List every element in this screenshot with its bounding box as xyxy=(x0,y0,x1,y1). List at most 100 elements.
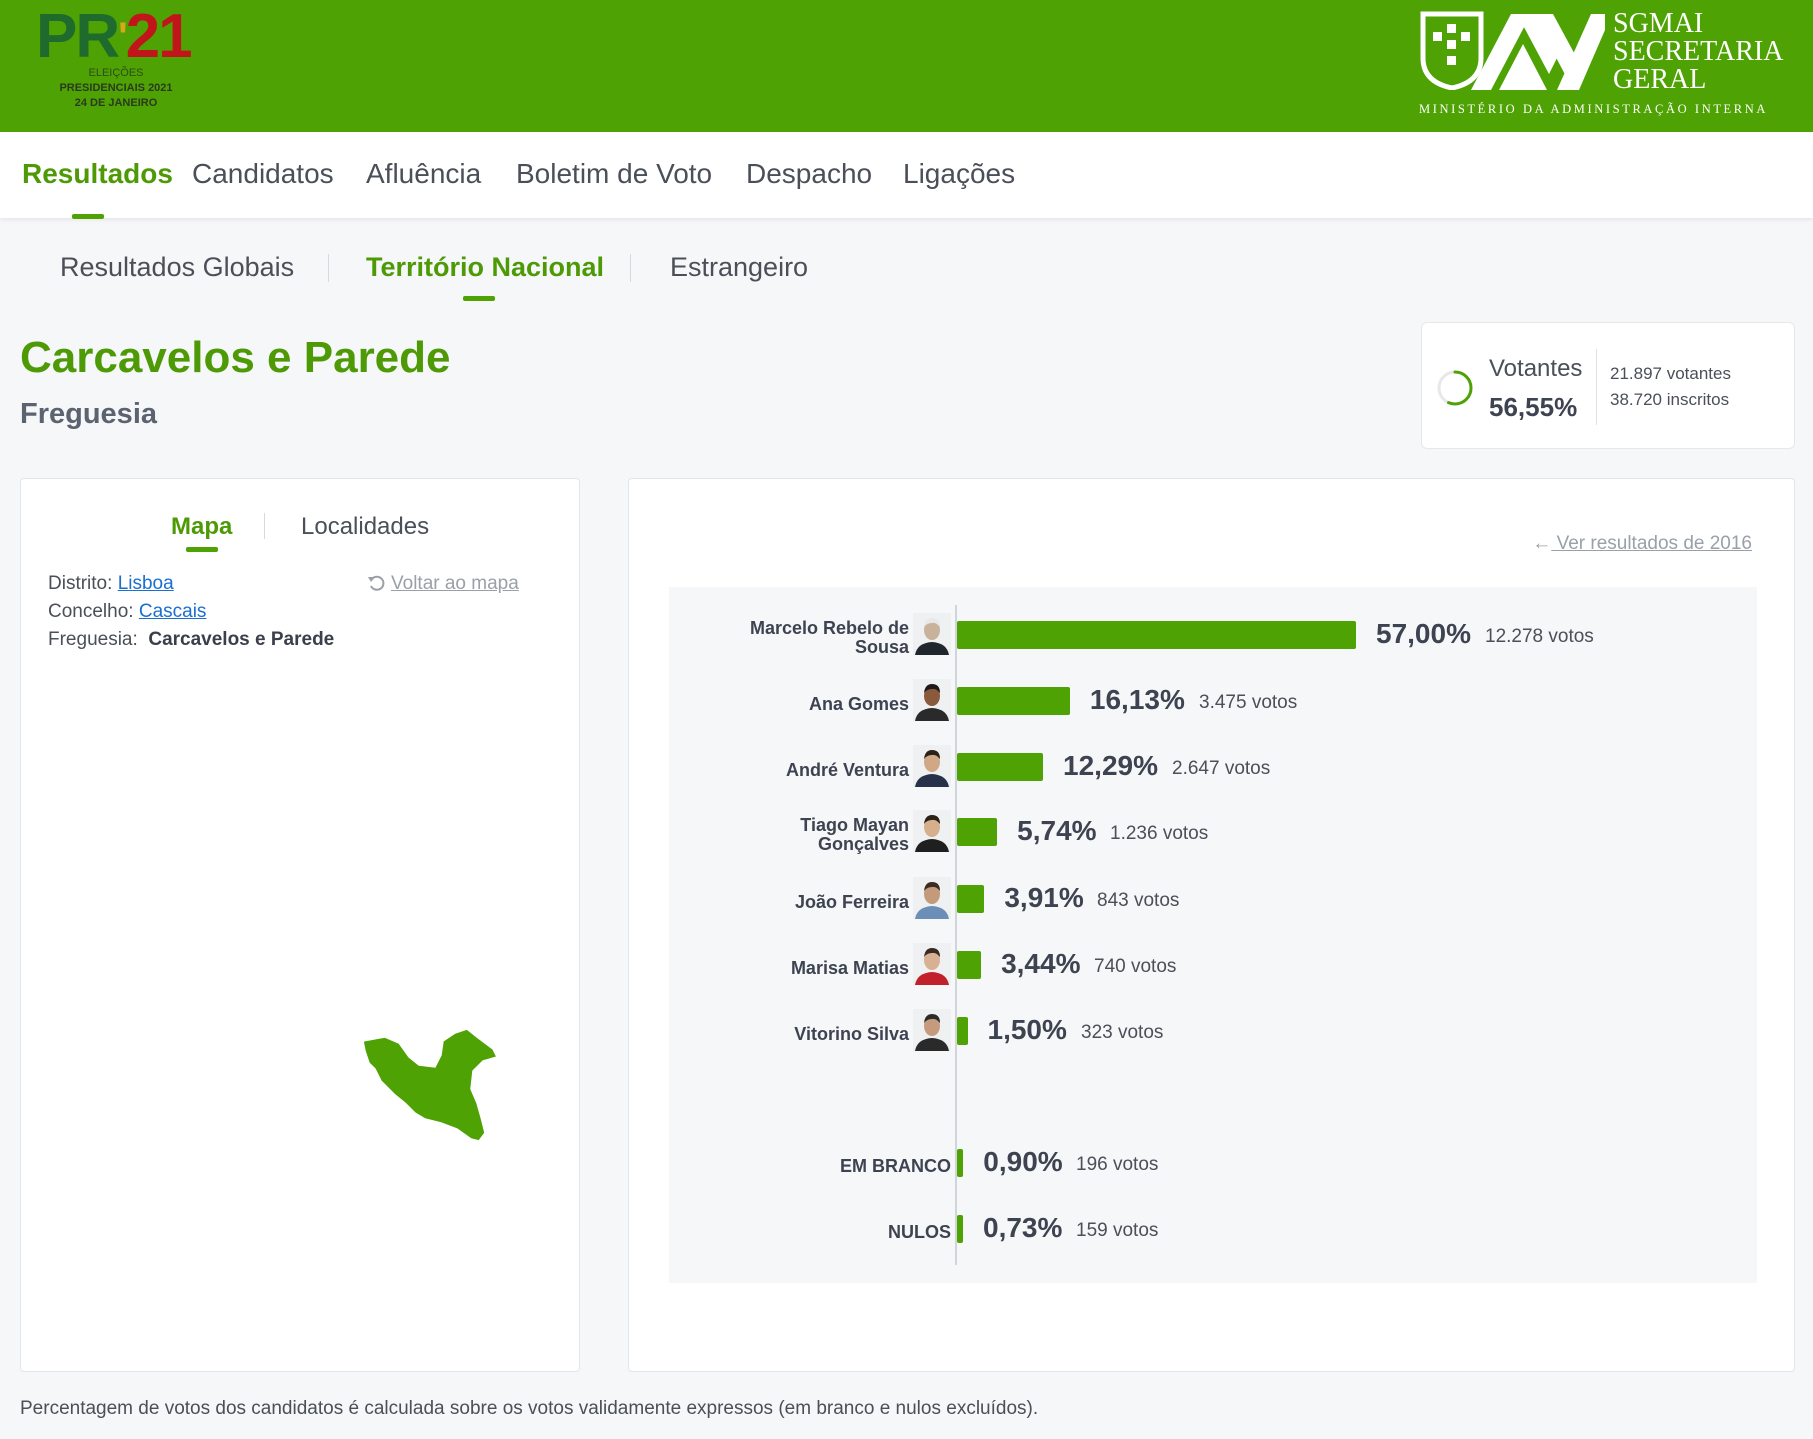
result-percent: 3,44% xyxy=(1001,948,1081,979)
parish-map[interactable] xyxy=(361,1027,511,1147)
result-percent: 3,91% xyxy=(1004,882,1084,913)
result-percent: 16,13% xyxy=(1089,684,1185,715)
map-panel: Mapa Localidades Distrito: Lisboa Concel… xyxy=(20,478,580,1372)
candidate-row: EM BRANCO 0,90% 196 votos xyxy=(669,1133,1757,1193)
turnout-registered: 38.720 inscritos xyxy=(1610,390,1730,409)
result-bar[interactable] xyxy=(957,621,1356,649)
municipality-link[interactable]: Cascais xyxy=(139,601,207,622)
result-bar[interactable] xyxy=(957,753,1044,781)
result-bar[interactable] xyxy=(957,951,982,979)
candidate-photo xyxy=(913,810,951,852)
main-nav: Resultados Candidatos Afluência Boletim … xyxy=(0,132,1813,219)
result-percent: 1,50% xyxy=(987,1014,1067,1045)
results-2016-link[interactable]: ← Ver resultados de 2016 xyxy=(1532,533,1752,555)
nav-despacho[interactable]: Despacho xyxy=(746,158,872,190)
parish-shape[interactable] xyxy=(362,1028,499,1142)
candidate-name: EM BRANCO xyxy=(840,1156,951,1176)
sgmai-logo[interactable]: SGMAI SECRETARIA GERAL MINISTÉRIO DA ADM… xyxy=(1419,6,1799,122)
nav-ligacoes[interactable]: Ligações xyxy=(903,158,1015,190)
back-to-map-link[interactable]: Voltar ao mapa xyxy=(368,573,519,595)
municipality-label: Concelho: xyxy=(48,601,134,622)
candidate-row: João Ferreira 3,91% 843 votos xyxy=(669,869,1757,929)
nav-active-indicator xyxy=(72,214,104,219)
turnout-voters: 21.897 votantes xyxy=(1610,364,1731,383)
result-votes: 3.475 votos xyxy=(1199,692,1298,713)
page-subtitle: Freguesia xyxy=(20,398,157,430)
result-votes: 159 votos xyxy=(1076,1220,1159,1241)
candidate-name: João Ferreira xyxy=(794,892,909,912)
turnout-card: Votantes 56,55% 21.897 votantes 38.720 i… xyxy=(1421,322,1795,449)
result-bar[interactable] xyxy=(957,1215,963,1243)
candidate-row: Ana Gomes 16,13% 3.475 votos xyxy=(669,671,1757,731)
district-label: Distrito: xyxy=(48,573,113,594)
candidate-photo xyxy=(913,1009,951,1051)
footnote: Percentagem de votos dos candidatos é ca… xyxy=(20,1398,1039,1419)
result-percent: 5,74% xyxy=(1017,815,1097,846)
result-bar[interactable] xyxy=(957,1017,968,1045)
sgmai-emblem-icon xyxy=(1420,11,1605,90)
nav-resultados[interactable]: Resultados xyxy=(22,158,173,190)
result-votes: 2.647 votos xyxy=(1172,758,1271,779)
candidate-photo xyxy=(913,877,951,919)
page-title: Carcavelos e Parede xyxy=(20,333,451,382)
candidate-row: Marcelo Rebelo de Sousa 57,00% 12.278 votos xyxy=(669,605,1757,665)
candidate-photo xyxy=(913,613,951,655)
result-votes: 196 votos xyxy=(1076,1154,1159,1175)
district-row: Distrito: Lisboa xyxy=(48,573,174,595)
turnout-percent: 56,55% xyxy=(1489,392,1578,422)
tab-resultados-globais[interactable]: Resultados Globais xyxy=(60,252,294,283)
candidate-row: NULOS 0,73% 159 votos xyxy=(669,1199,1757,1259)
result-percent: 12,29% xyxy=(1063,750,1158,781)
tab-territorio-nacional[interactable]: Território Nacional xyxy=(366,252,604,283)
sgmai-wordmark: SGMAI SECRETARIA GERAL xyxy=(1613,8,1784,95)
district-link[interactable]: Lisboa xyxy=(118,573,174,594)
result-votes: 12.278 votos xyxy=(1485,626,1594,647)
result-percent: 57,00% xyxy=(1376,618,1471,649)
map-tab-indicator xyxy=(186,547,218,552)
result-bar[interactable] xyxy=(957,885,985,913)
nav-candidatos[interactable]: Candidatos xyxy=(192,158,334,190)
result-votes: 843 votos xyxy=(1097,890,1180,911)
result-bar[interactable] xyxy=(957,687,1070,715)
nav-afluencia[interactable]: Afluência xyxy=(366,158,481,190)
turnout-ring-icon xyxy=(1437,370,1473,406)
candidate-row: Tiago Mayan Gonçalves 5,74% 1.236 votos xyxy=(669,802,1757,862)
candidate-photo xyxy=(913,943,951,985)
turnout-label: Votantes xyxy=(1489,355,1583,382)
tab-mapa[interactable]: Mapa xyxy=(171,513,232,541)
candidate-row: André Ventura 12,29% 2.647 votos xyxy=(669,737,1757,797)
result-bar[interactable] xyxy=(957,818,998,846)
top-header: PR'21 ELEIÇÕES PRESIDENCIAIS 2021 24 DE … xyxy=(0,0,1813,132)
result-percent: 0,90% xyxy=(983,1146,1063,1177)
results-panel: ← Ver resultados de 2016 Marcelo Rebelo … xyxy=(628,478,1795,1372)
candidate-photo xyxy=(913,679,951,721)
candidate-row: Marisa Matias 3,44% 740 votos xyxy=(669,935,1757,995)
candidate-name: Marisa Matias xyxy=(790,958,909,978)
result-bar[interactable] xyxy=(957,1149,964,1177)
candidate-row: Vitorino Silva 1,50% 323 votos xyxy=(669,1001,1757,1061)
result-votes: 740 votos xyxy=(1094,956,1177,977)
tab-localidades[interactable]: Localidades xyxy=(301,513,429,541)
tab-divider xyxy=(264,513,265,539)
municipality-row: Concelho: Cascais xyxy=(48,601,206,623)
subnav-divider xyxy=(328,254,329,282)
nav-boletim-de-voto[interactable]: Boletim de Voto xyxy=(516,158,712,190)
result-percent: 0,73% xyxy=(983,1212,1063,1243)
candidate-name: André Ventura xyxy=(785,760,909,780)
result-votes: 323 votos xyxy=(1081,1022,1164,1043)
result-votes: 1.236 votos xyxy=(1110,823,1209,844)
candidate-name: Tiago Mayan Gonçalves xyxy=(800,815,909,854)
candidate-name: NULOS xyxy=(888,1222,951,1242)
tab-estrangeiro[interactable]: Estrangeiro xyxy=(670,252,808,283)
back-to-map-label: Voltar ao mapa xyxy=(391,573,519,594)
turnout-divider xyxy=(1596,349,1597,425)
undo-icon xyxy=(367,573,387,599)
subnav-active-indicator xyxy=(463,296,495,301)
ministry-label: MINISTÉRIO DA ADMINISTRAÇÃO INTERNA xyxy=(1419,102,1768,116)
results-chart: Marcelo Rebelo de Sousa 57,00% 12.278 votos… xyxy=(669,587,1757,1283)
pr21-logo[interactable]: PR'21 ELEIÇÕES PRESIDENCIAIS 2021 24 DE … xyxy=(36,6,216,116)
parish-label: Freguesia: xyxy=(48,629,138,650)
candidate-name: Ana Gomes xyxy=(808,694,909,714)
candidate-name: Marcelo Rebelo de Sousa xyxy=(749,618,909,657)
parish-row: Freguesia: Carcavelos e Parede xyxy=(48,629,334,651)
